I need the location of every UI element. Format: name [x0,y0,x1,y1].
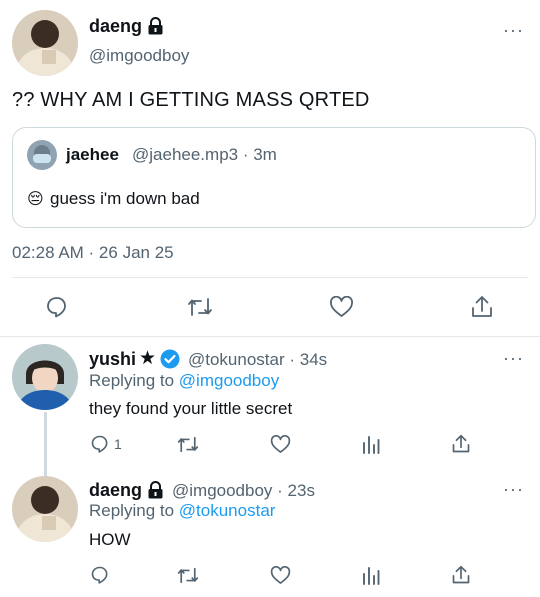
pensive-emoji-icon: 😔 [27,191,44,208]
replying-to: Replying to @tokunostar [89,501,275,521]
tweet-timestamp[interactable]: 02:28 AM · 26 Jan 25 [12,243,174,263]
reply-icon[interactable] [90,565,110,585]
reply-handle-time[interactable]: @imgoodboy · 23s [172,481,315,501]
share-icon[interactable] [470,294,494,320]
retweet-icon[interactable] [177,435,199,454]
quoted-tweet-card[interactable]: jaehee @jaehee.mp3 · 3m 😔 guess i'm down… [12,127,536,228]
avatar-daeng[interactable] [12,10,78,76]
share-icon[interactable] [451,433,471,455]
share-icon[interactable] [451,564,471,586]
reply-icon[interactable] [90,434,110,454]
star-icon: ★ [139,348,157,369]
reply-display-name[interactable]: daeng [89,480,142,501]
avatar-yushi[interactable] [12,344,78,410]
verified-badge-icon [160,349,180,369]
handle[interactable]: @imgoodboy [89,46,189,66]
retweet-icon[interactable] [177,566,199,585]
like-icon[interactable] [329,296,354,318]
lock-icon [147,481,164,499]
reply-handle-time[interactable]: @tokunostar · 34s [188,350,327,370]
analytics-icon[interactable] [362,566,380,585]
reply-icon[interactable] [45,295,69,319]
thread-line [44,412,47,476]
analytics-icon[interactable] [362,435,380,454]
reply-count: 1 [114,436,122,452]
reply-text: they found your little secret [89,399,293,418]
quoted-display-name: jaehee [66,145,119,164]
lock-icon [147,17,164,35]
divider [0,336,540,337]
more-options-icon[interactable]: ··· [503,21,524,39]
replying-to-label: Replying to [89,371,175,390]
more-options-icon[interactable]: ··· [503,480,524,498]
like-icon[interactable] [270,566,291,585]
replying-to-handle[interactable]: @tokunostar [179,501,276,520]
display-name[interactable]: daeng [89,16,142,37]
avatar-jaehee [27,140,57,170]
more-options-icon[interactable]: ··· [503,349,524,367]
retweet-icon[interactable] [187,296,213,318]
quoted-handle-time: @jaehee.mp3 · 3m [132,145,277,164]
reply-text: HOW [89,530,131,549]
reply-display-name[interactable]: yushi [89,349,136,370]
avatar-daeng[interactable] [12,476,78,542]
replying-to-label: Replying to [89,501,175,520]
like-icon[interactable] [270,435,291,454]
quoted-text: guess i'm down bad [50,189,200,208]
replying-to: Replying to @imgoodboy [89,371,279,391]
replying-to-handle[interactable]: @imgoodboy [179,371,279,390]
tweet-text: ?? WHY AM I GETTING MASS QRTED [12,89,370,111]
divider [12,277,528,278]
